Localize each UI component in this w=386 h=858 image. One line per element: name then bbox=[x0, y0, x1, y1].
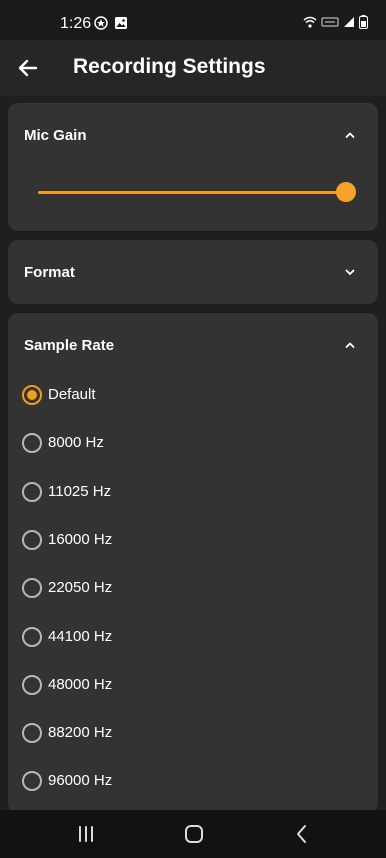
recent-apps-icon[interactable] bbox=[74, 822, 98, 846]
gallery-icon bbox=[115, 17, 127, 29]
sample-rate-label: 22050 Hz bbox=[48, 579, 113, 597]
format-card: Format bbox=[8, 240, 378, 304]
sample-rate-label: 16000 Hz bbox=[48, 530, 113, 548]
sample-rate-label: 48000 Hz bbox=[48, 675, 113, 693]
status-time: 1:26 bbox=[60, 15, 92, 32]
radio-unchecked-icon[interactable] bbox=[22, 481, 42, 502]
slider-fill bbox=[38, 191, 356, 194]
sample-rate-option[interactable]: 96000 Hz bbox=[14, 759, 370, 803]
radio-unchecked-icon[interactable] bbox=[22, 723, 42, 744]
sample-rate-label: 11025 Hz bbox=[48, 482, 112, 500]
sample-rate-title: Sample Rate bbox=[24, 337, 115, 354]
sample-rate-option[interactable]: 8000 Hz bbox=[14, 421, 370, 465]
mic-gain-title: Mic Gain bbox=[24, 127, 87, 144]
volte-icon bbox=[321, 17, 339, 27]
settings-content[interactable]: Mic Gain Format Sample Rate Default8000 bbox=[0, 96, 386, 813]
mic-gain-header[interactable]: Mic Gain bbox=[8, 103, 378, 167]
back-arrow-icon[interactable] bbox=[14, 54, 42, 82]
format-header[interactable]: Format bbox=[8, 240, 378, 304]
radio-unchecked-icon[interactable] bbox=[22, 626, 42, 647]
slider-thumb[interactable] bbox=[336, 182, 356, 202]
back-nav-icon[interactable] bbox=[290, 822, 314, 846]
chevron-up-icon[interactable] bbox=[342, 337, 358, 353]
sample-rate-option[interactable]: Default bbox=[14, 373, 370, 417]
sample-rate-card: Sample Rate Default 8000 Hz 11025 Hz 16000 … bbox=[8, 313, 378, 813]
home-icon[interactable] bbox=[182, 822, 206, 846]
radio-unchecked-icon[interactable] bbox=[22, 529, 42, 550]
radio-checked-icon[interactable] bbox=[22, 385, 42, 405]
sample-rate-label: 8000 Hz bbox=[48, 434, 104, 452]
mic-gain-slider[interactable] bbox=[38, 181, 356, 203]
wifi-icon bbox=[303, 16, 317, 28]
status-bar: 1:26 bbox=[0, 0, 386, 40]
chevron-up-icon[interactable] bbox=[342, 127, 358, 143]
sample-rate-label: 96000 Hz bbox=[48, 772, 113, 790]
navigation-bar bbox=[0, 810, 386, 858]
page-title: Recording Settings bbox=[73, 55, 266, 78]
sample-rate-label: Default bbox=[48, 386, 96, 403]
chevron-down-icon[interactable] bbox=[342, 264, 358, 280]
status-left-icons bbox=[94, 16, 128, 30]
mic-gain-card: Mic Gain bbox=[8, 103, 378, 231]
sample-rate-label: 88200 Hz bbox=[48, 724, 113, 742]
sample-rate-header[interactable]: Sample Rate bbox=[8, 313, 378, 377]
sample-rate-option[interactable]: 44100 Hz bbox=[14, 615, 370, 659]
radio-dot bbox=[27, 390, 37, 400]
sample-rate-option[interactable]: 16000 Hz bbox=[14, 518, 370, 562]
status-right-icons bbox=[303, 15, 368, 29]
battery-icon bbox=[359, 15, 368, 29]
notification-icon bbox=[94, 16, 108, 30]
sample-rate-option[interactable]: 48000 Hz bbox=[14, 663, 370, 707]
sample-rate-option[interactable]: 22050 Hz bbox=[14, 566, 370, 610]
app-bar: Recording Settings bbox=[0, 40, 386, 96]
signal-icon bbox=[344, 17, 354, 27]
radio-unchecked-icon[interactable] bbox=[22, 674, 42, 695]
sample-rate-option[interactable]: 88200 Hz bbox=[14, 711, 370, 755]
radio-unchecked-icon[interactable] bbox=[22, 578, 42, 599]
radio-unchecked-icon[interactable] bbox=[22, 771, 42, 792]
radio-unchecked-icon[interactable] bbox=[22, 433, 42, 454]
sample-rate-option[interactable]: 11025 Hz bbox=[14, 470, 370, 514]
sample-rate-label: 44100 Hz bbox=[48, 627, 113, 645]
format-title: Format bbox=[24, 264, 75, 281]
